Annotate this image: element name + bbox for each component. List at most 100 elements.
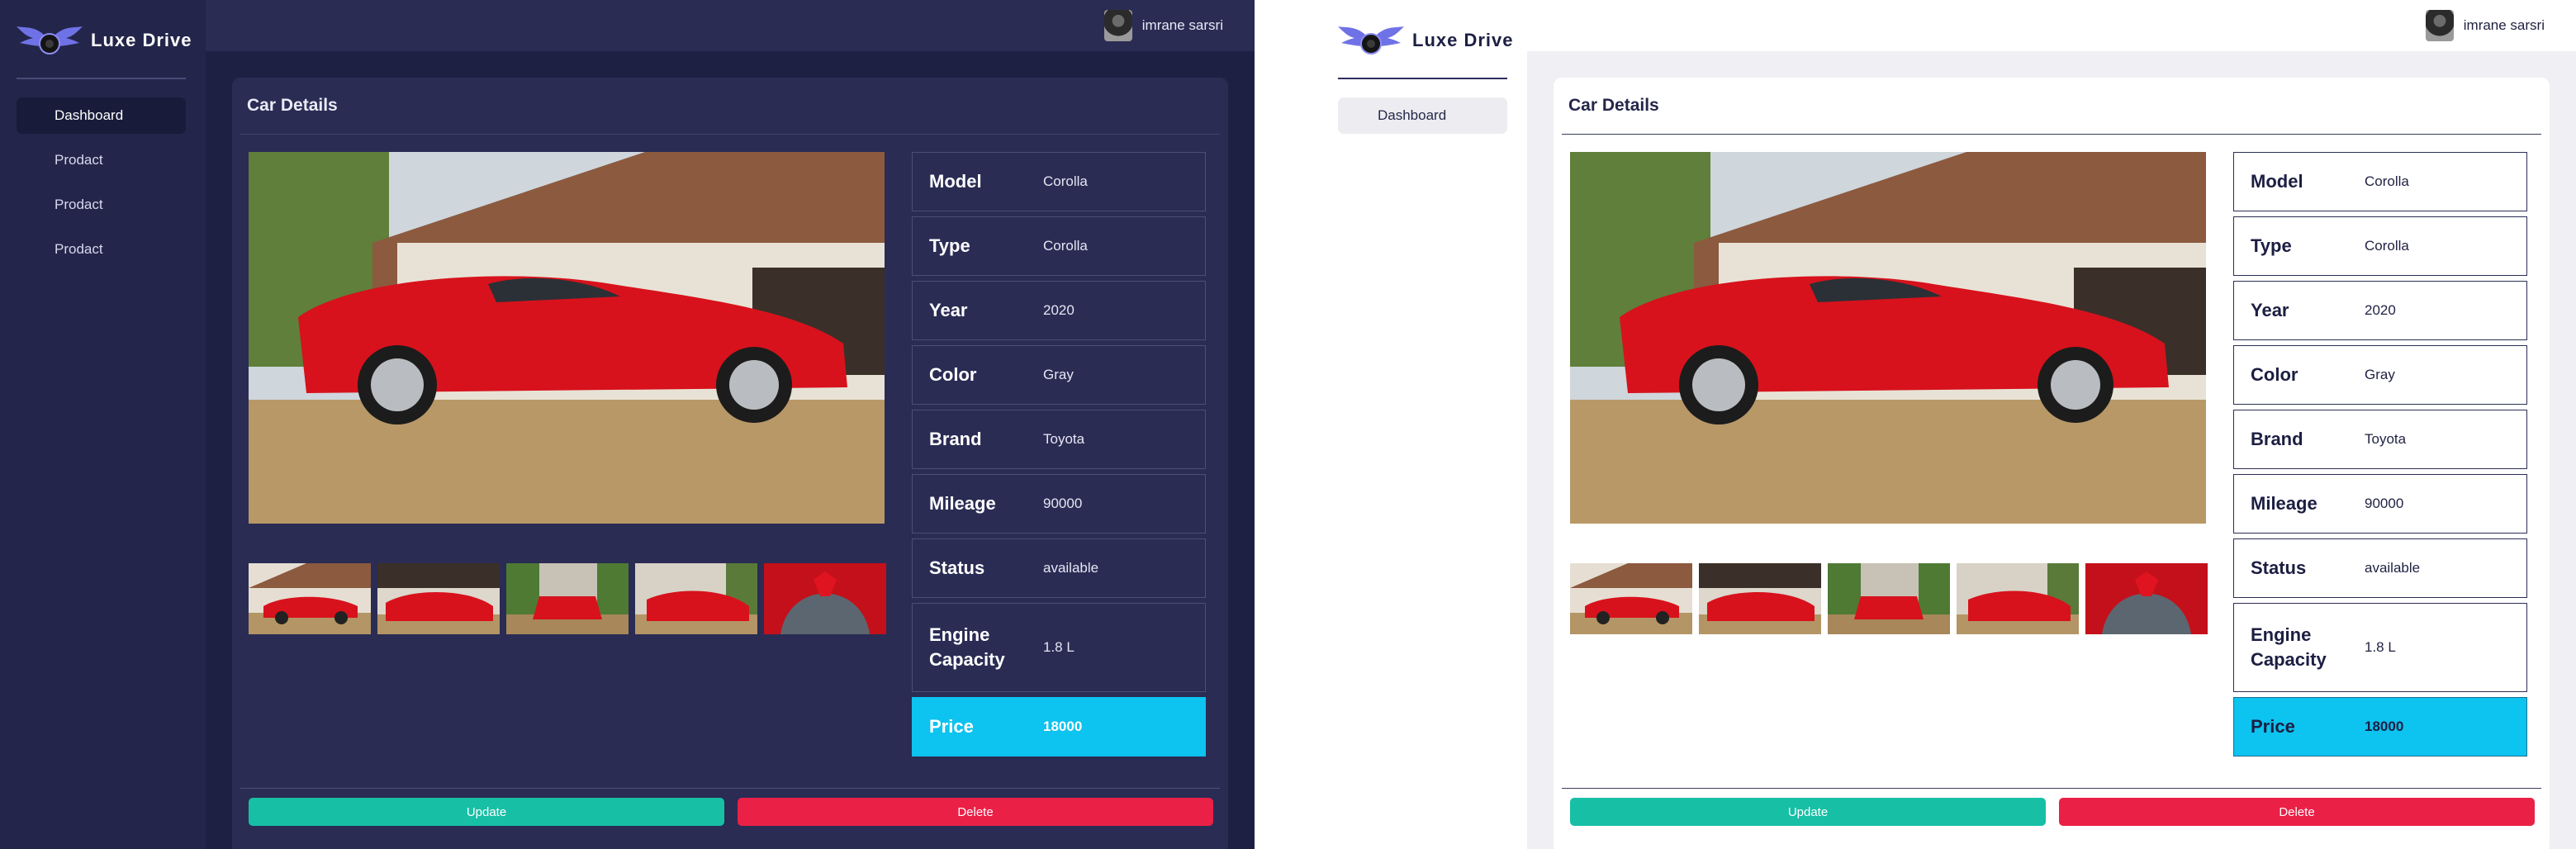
spec-value: 90000 (1043, 496, 1083, 511)
photo-thumbnails (249, 563, 886, 634)
sidebar-nav: Dashboard (1338, 97, 1507, 142)
user-name: imrane sarsri (1141, 17, 1223, 33)
spec-row-type: Type Corolla (2233, 216, 2527, 276)
logo-divider (1338, 78, 1507, 79)
avatar (1103, 10, 1132, 41)
spec-label: Type (929, 235, 970, 256)
sidebar-nav: Dashboard Prodact Prodact Prodact (17, 97, 186, 276)
spec-label: Status (929, 557, 985, 578)
update-button[interactable]: Update (1570, 798, 2046, 826)
actions-divider (240, 788, 1220, 789)
logo[interactable]: Luxe Drive (1336, 21, 1514, 59)
card-divider (1562, 134, 2541, 135)
topbar: imrane sarsri (1527, 0, 2576, 51)
card-divider (240, 134, 1220, 135)
logo[interactable]: Luxe Drive (15, 21, 192, 59)
car-specs-table: Model Corolla Type Corolla Year 2020 Col… (2233, 152, 2527, 761)
car-main-photo (1570, 152, 2206, 524)
light-theme-screen: Luxe Drive Dashboard imrane sarsri Car D… (1321, 0, 2576, 849)
sidebar-item-dashboard[interactable]: Dashboard (1338, 97, 1507, 134)
delete-button[interactable]: Delete (738, 798, 1213, 826)
spec-value: Toyota (1043, 431, 1085, 447)
user-menu[interactable]: imrane sarsri (1103, 10, 1223, 41)
car-details-card: Car Details Model Corolla Type Corolla Y… (232, 78, 1228, 849)
spec-row-mileage: Mileage 90000 (912, 474, 1206, 534)
user-menu[interactable]: imrane sarsri (2425, 10, 2545, 41)
spec-label: Model (2251, 171, 2303, 192)
update-button[interactable]: Update (249, 798, 724, 826)
winged-wheel-logo-icon (1338, 26, 1404, 55)
spec-value: Corolla (2365, 173, 2409, 189)
spec-value: Corolla (1043, 173, 1088, 189)
spec-label: Brand (929, 429, 982, 449)
delete-button[interactable]: Delete (2059, 798, 2535, 826)
spec-label: Color (929, 364, 977, 385)
spec-row-year: Year 2020 (2233, 281, 2527, 340)
photo-thumbnails (1570, 563, 2208, 634)
car-specs-table: Model Corolla Type Corolla Year 2020 Col… (912, 152, 1206, 761)
thumbnail-5[interactable] (764, 563, 886, 634)
spec-row-color: Color Gray (912, 345, 1206, 405)
spec-row-type: Type Corolla (912, 216, 1206, 276)
spec-row-engine-capacity: Engine Capacity 1.8 L (912, 603, 1206, 692)
spec-label: Mileage (929, 493, 996, 514)
thumbnail-3[interactable] (1828, 563, 1950, 634)
spec-value: 1.8 L (1043, 639, 1075, 655)
spec-row-color: Color Gray (2233, 345, 2527, 405)
spec-value: 18000 (2365, 719, 2404, 734)
user-name: imrane sarsri (2463, 17, 2545, 33)
dark-theme-screen: Luxe Drive Dashboard Prodact Prodact Pro… (0, 0, 1255, 849)
sidebar-item-dashboard[interactable]: Dashboard (17, 97, 186, 134)
spec-label: Model (929, 171, 982, 192)
spec-value: Gray (1043, 367, 1074, 382)
logo-divider (17, 78, 186, 79)
thumbnail-4[interactable] (1957, 563, 2079, 634)
car-main-photo (249, 152, 885, 524)
spec-label: Type (2251, 235, 2292, 256)
thumbnail-1[interactable] (1570, 563, 1692, 634)
avatar (2425, 10, 2454, 41)
sidebar: Luxe Drive Dashboard (1321, 0, 1527, 849)
thumbnail-2[interactable] (1699, 563, 1821, 634)
main-content: Car Details Model Corolla Type Corolla Y… (1527, 51, 2576, 849)
spec-row-brand: Brand Toyota (2233, 410, 2527, 469)
spec-row-mileage: Mileage 90000 (2233, 474, 2527, 534)
sidebar-item-prodact[interactable]: Prodact (17, 187, 186, 223)
actions-divider (1562, 788, 2541, 789)
spec-label: Year (929, 300, 968, 320)
sidebar: Luxe Drive Dashboard Prodact Prodact Pro… (0, 0, 206, 849)
spec-value: Corolla (2365, 238, 2409, 254)
spec-value: available (1043, 560, 1099, 576)
card-title: Car Details (1568, 96, 1659, 115)
thumbnail-3[interactable] (506, 563, 629, 634)
spec-label: Engine Capacity (929, 624, 1005, 670)
spec-row-model: Model Corolla (912, 152, 1206, 211)
spec-value: Corolla (1043, 238, 1088, 254)
spec-row-status: Status available (2233, 538, 2527, 598)
main-content: Car Details Model Corolla Type Corolla Y… (206, 51, 1255, 849)
thumbnail-5[interactable] (2085, 563, 2208, 634)
spec-value: available (2365, 560, 2421, 576)
car-details-card: Car Details Model Corolla Type Corolla Y… (1554, 78, 2550, 849)
brand-name: Luxe Drive (1412, 30, 1514, 50)
spec-label: Price (929, 716, 974, 737)
topbar: imrane sarsri (206, 0, 1255, 51)
sidebar-item-prodact[interactable]: Prodact (17, 231, 186, 268)
spec-value: Toyota (2365, 431, 2407, 447)
thumbnail-1[interactable] (249, 563, 371, 634)
spec-label: Price (2251, 716, 2295, 737)
spec-value: Gray (2365, 367, 2395, 382)
spec-label: Engine Capacity (2251, 624, 2327, 670)
spec-row-engine-capacity: Engine Capacity 1.8 L (2233, 603, 2527, 692)
spec-value: 18000 (1043, 719, 1083, 734)
spec-row-year: Year 2020 (912, 281, 1206, 340)
spec-row-price: Price 18000 (912, 697, 1206, 757)
sidebar-item-prodact[interactable]: Prodact (17, 142, 186, 178)
spec-label: Brand (2251, 429, 2303, 449)
thumbnail-2[interactable] (377, 563, 500, 634)
spec-value: 2020 (1043, 302, 1075, 318)
winged-wheel-logo-icon (17, 26, 83, 55)
thumbnail-4[interactable] (635, 563, 757, 634)
spec-value: 1.8 L (2365, 639, 2396, 655)
card-title: Car Details (247, 96, 338, 115)
